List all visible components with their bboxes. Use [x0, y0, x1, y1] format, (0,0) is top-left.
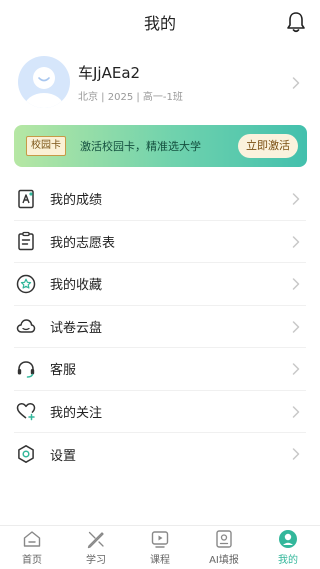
ai-fill-icon — [216, 530, 232, 548]
tab-study[interactable]: 学习 — [64, 526, 128, 569]
activate-button[interactable]: 立即激活 — [238, 134, 298, 158]
banner-text: 激活校园卡，精准选大学 — [80, 140, 201, 153]
tab-label: AI填报 — [209, 555, 239, 566]
menu-item-customer-service[interactable]: 客服 — [14, 348, 306, 391]
bell-icon[interactable] — [286, 11, 306, 33]
course-icon — [151, 531, 169, 548]
tab-home[interactable]: 首页 — [0, 526, 64, 569]
menu-item-following[interactable]: 我的关注 — [14, 391, 306, 433]
menu-item-favorites[interactable]: 我的收藏 — [14, 263, 306, 306]
menu-item-settings[interactable]: 设置 — [14, 433, 306, 476]
avatar — [18, 56, 70, 108]
cloud-icon — [16, 319, 36, 333]
tab-label: 我的 — [278, 555, 298, 566]
chevron-right-icon — [292, 278, 300, 290]
profile-icon — [279, 530, 297, 548]
menu-label: 我的收藏 — [50, 278, 103, 294]
menu-label: 客服 — [50, 363, 77, 379]
top-bar: 我的 — [0, 0, 320, 44]
bottom-tab-bar: 首页 学习 课程 AI填报 我的 — [0, 525, 320, 569]
page-title: 我的 — [143, 14, 176, 33]
menu-item-grades[interactable]: 我的成绩 — [14, 178, 306, 221]
chevron-right-icon — [292, 193, 300, 205]
chevron-right-icon — [292, 77, 300, 89]
tab-ai-fill[interactable]: AI填报 — [192, 526, 256, 569]
study-icon — [87, 531, 104, 549]
chevron-right-icon — [292, 448, 300, 460]
menu-label: 我的志愿表 — [50, 235, 116, 251]
menu-label: 我的关注 — [50, 405, 103, 421]
campus-card-badge: 校园卡 — [26, 136, 66, 156]
tab-label: 课程 — [150, 555, 170, 566]
star-icon — [16, 274, 36, 293]
settings-icon — [18, 445, 34, 464]
tab-course[interactable]: 课程 — [128, 526, 192, 569]
grade-icon — [18, 189, 34, 208]
chevron-right-icon — [292, 363, 300, 375]
headset-icon — [17, 360, 35, 378]
heart-icon — [16, 403, 36, 421]
menu-label: 设置 — [50, 448, 77, 464]
list-icon — [18, 232, 34, 251]
chevron-right-icon — [292, 320, 300, 333]
menu-item-application-list[interactable]: 我的志愿表 — [14, 221, 306, 263]
tab-label: 学习 — [86, 555, 106, 566]
menu-label: 我的成绩 — [50, 193, 103, 209]
menu-label: 试卷云盘 — [50, 320, 103, 336]
tab-profile[interactable]: 我的 — [256, 526, 320, 569]
avatar-image — [24, 67, 64, 108]
home-icon — [23, 531, 41, 547]
campus-card-banner[interactable]: 校园卡 激活校园卡，精准选大学 立即激活 — [14, 125, 307, 167]
user-name: 车JjAEa2 — [78, 64, 141, 82]
chevron-right-icon — [292, 405, 300, 418]
chevron-right-icon — [292, 235, 300, 248]
profile-card[interactable]: 车JjAEa2 北京 | 2025 | 高一-1班 — [0, 52, 320, 114]
tab-label: 首页 — [22, 555, 42, 566]
menu-item-cloud-drive[interactable]: 试卷云盘 — [14, 306, 306, 348]
menu-list: 我的成绩 我的志愿表 我的收藏 试卷云盘 客服 我的关注 设置 — [0, 178, 320, 476]
user-meta: 北京 | 2025 | 高一-1班 — [78, 92, 183, 103]
